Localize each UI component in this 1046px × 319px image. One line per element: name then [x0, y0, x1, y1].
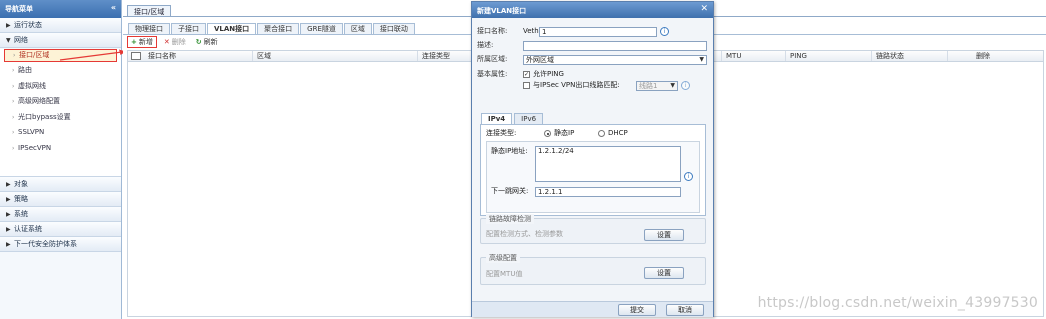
static-ip-row: 静态IP地址: 1.2.1.2/24 i	[491, 146, 693, 182]
gateway-input[interactable]: 1.2.1.1	[535, 186, 681, 197]
sidebar-item-ipsecvpn[interactable]: › IPSecVPN	[0, 141, 121, 157]
chevron-down-icon: ▼	[699, 55, 704, 63]
network-submenu: › 接口/区域 › 路由 › 虚拟网线 › 高级网络配置 › 光口bypass设置 › SS…	[0, 49, 121, 177]
basic-row: 基本属性: ✓ 允许PING	[477, 69, 564, 80]
static-ip-textarea[interactable]: 1.2.1.2/24	[535, 146, 681, 182]
dialog-title: 新建VLAN接口	[477, 7, 527, 15]
advanced-section: 高级配置 配置MTU值 设置	[480, 253, 706, 285]
info-icon[interactable]: i	[660, 27, 669, 36]
allow-ping-label: 允许PING	[533, 70, 564, 78]
dhcp-radio[interactable]	[598, 130, 605, 137]
column-header-link-status[interactable]: 链路状态	[872, 51, 948, 61]
dialog-footer: 提交 取消	[472, 301, 713, 317]
triangle-right-icon: ▶	[6, 181, 11, 188]
column-header-zone[interactable]: 区域	[253, 51, 418, 61]
gateway-row: 下一跳网关: 1.2.1.1	[491, 186, 681, 197]
static-ip-radio[interactable]	[544, 130, 551, 137]
dhcp-radio-label: DHCP	[608, 129, 628, 137]
triangle-right-icon: ▶	[6, 241, 11, 248]
toolbar: + 新增 ✕ 删除 ↻ 刷新	[127, 36, 225, 48]
refresh-button[interactable]: ↻ 刷新	[193, 36, 221, 48]
ipsec-match-checkbox[interactable]	[523, 82, 530, 89]
allow-ping-checkbox[interactable]: ✓	[523, 71, 530, 78]
plus-icon: +	[131, 38, 137, 46]
double-chevron-left-icon[interactable]: «	[111, 3, 116, 12]
zone-select[interactable]: 外网区域 ▼	[523, 54, 707, 65]
sidebar-item-sslvpn[interactable]: › SSLVPN	[0, 125, 121, 141]
basic-label: 基本属性:	[477, 70, 508, 78]
sidebar-item-advanced-network[interactable]: › 高级网络配置	[0, 94, 121, 110]
column-header-delete[interactable]: 删除	[948, 51, 1043, 61]
static-ip-group: 静态IP地址: 1.2.1.2/24 i 下一跳网关: 1.2.1.1	[486, 141, 700, 213]
sidebar-category-auth[interactable]: ▶ 认证系统	[0, 222, 121, 237]
ipv4-panel: 连接类型: 静态IP DHCP 静态IP地址: 1.2.1.2/24 i 下一跳…	[480, 124, 706, 216]
chevron-down-icon: ▼	[670, 81, 675, 89]
name-prefix: Veth.	[523, 27, 541, 35]
ipsec-row: 与IPSec VPN出口线路匹配: 线路1 ▼ i	[523, 80, 690, 91]
triangle-right-icon: ▶	[6, 226, 11, 233]
close-icon[interactable]: ✕	[700, 4, 708, 14]
submit-button[interactable]: 提交	[618, 304, 656, 316]
line-select-value: 线路1	[639, 81, 658, 90]
tab-ipv6[interactable]: IPv6	[514, 113, 544, 124]
column-header-mtu[interactable]: MTU	[722, 51, 786, 61]
column-header-name[interactable]: 接口名称	[144, 51, 253, 61]
callout-arrow-icon	[59, 49, 126, 61]
triangle-right-icon: ▶	[6, 22, 11, 29]
triangle-down-icon: ▼	[6, 37, 11, 44]
sidebar-category-network[interactable]: ▼ 网络	[0, 33, 121, 48]
advanced-settings-button[interactable]: 设置	[644, 267, 684, 279]
triangle-right-icon: ▶	[6, 211, 11, 218]
desc-label: 描述:	[477, 41, 494, 49]
info-icon[interactable]: i	[681, 81, 690, 90]
refresh-icon: ↻	[195, 38, 202, 46]
conn-type-row: 连接类型: 静态IP DHCP	[486, 128, 628, 139]
dialog-title-bar: 新建VLAN接口 ✕	[472, 2, 713, 18]
desc-row: 描述:	[477, 40, 707, 51]
cancel-button[interactable]: 取消	[666, 304, 704, 316]
conn-type-label: 连接类型:	[486, 129, 517, 137]
sidebar-title: 导航菜单	[5, 5, 33, 13]
watermark-text: https://blog.csdn.net/weixin_43997530	[757, 295, 1038, 311]
gateway-label: 下一跳网关:	[491, 187, 529, 195]
sidebar-category-object[interactable]: ▶ 对象	[0, 177, 121, 192]
close-icon: ✕	[163, 38, 170, 46]
dialog-body: 接口名称: Veth. 1 i 描述: 所属区域: 外网区域 ▼ 基本属性: ✓…	[472, 18, 713, 301]
advanced-title: 高级配置	[486, 253, 520, 263]
sidebar-category-security[interactable]: ▶ 下一代安全防护体系	[0, 237, 121, 252]
info-icon[interactable]: i	[684, 172, 693, 181]
triangle-right-icon: ▶	[6, 196, 11, 203]
zone-row: 所属区域: 外网区域 ▼	[477, 54, 707, 65]
description-input[interactable]	[523, 40, 707, 51]
sidebar-category-policy[interactable]: ▶ 策略	[0, 192, 121, 207]
zone-select-value: 外网区域	[526, 55, 554, 64]
advanced-desc: 配置MTU值	[486, 270, 523, 278]
link-detect-section: 链路故障检测 配置检测方式、检测参数 设置	[480, 214, 706, 244]
ipsec-match-label: 与IPSec VPN出口线路匹配:	[533, 81, 620, 89]
sidebar-item-bypass[interactable]: › 光口bypass设置	[0, 110, 121, 126]
link-detect-title: 链路故障检测	[486, 214, 534, 224]
delete-button[interactable]: ✕ 删除	[161, 36, 189, 48]
zone-label: 所属区域:	[477, 55, 508, 63]
sidebar-category-status[interactable]: ▶ 运行状态	[0, 18, 121, 33]
static-ip-radio-label: 静态IP	[554, 129, 575, 137]
sidebar-category-system[interactable]: ▶ 系统	[0, 207, 121, 222]
select-all-checkbox[interactable]	[131, 52, 141, 60]
new-vlan-interface-dialog: 新建VLAN接口 ✕ 接口名称: Veth. 1 i 描述: 所属区域: 外网区…	[471, 1, 714, 317]
sidebar-header: 导航菜单 «	[0, 0, 121, 18]
sidebar-item-virtual-wire[interactable]: › 虚拟网线	[0, 79, 121, 95]
link-detect-desc: 配置检测方式、检测参数	[486, 230, 563, 238]
static-ip-addr-label: 静态IP地址:	[491, 147, 528, 155]
line-select[interactable]: 线路1 ▼	[636, 80, 678, 91]
column-header-ping[interactable]: PING	[786, 51, 872, 61]
add-button[interactable]: + 新增	[127, 36, 157, 48]
sidebar-item-route[interactable]: › 路由	[0, 63, 121, 79]
interface-name-input[interactable]: 1	[539, 26, 657, 37]
name-row: 接口名称: Veth. 1 i	[477, 26, 669, 37]
link-detect-settings-button[interactable]: 设置	[644, 229, 684, 241]
name-label: 接口名称:	[477, 27, 508, 35]
